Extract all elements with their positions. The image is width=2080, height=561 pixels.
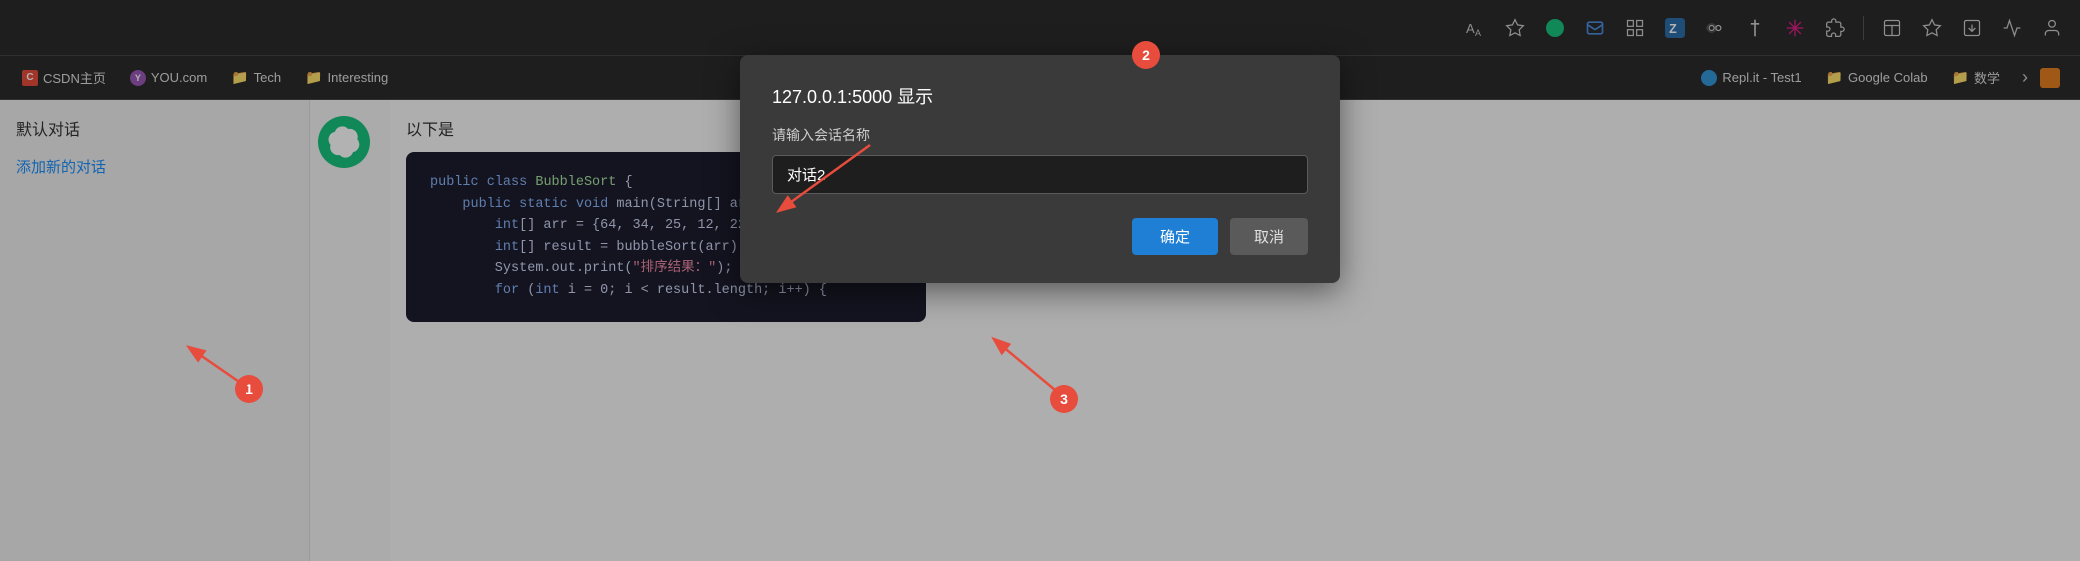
modal-title: 127.0.0.1:5000 显示 [772, 83, 1308, 109]
confirm-button[interactable]: 确定 [1132, 218, 1218, 255]
modal-buttons: 确定 取消 [772, 218, 1308, 255]
modal-input-label: 请输入会话名称 [772, 125, 1308, 145]
page-wrapper: A A [0, 0, 2080, 561]
annotation-badge-2: 2 [1132, 41, 1160, 69]
modal-dialog: 127.0.0.1:5000 显示 请输入会话名称 确定 取消 2 [740, 55, 1340, 283]
session-name-input[interactable] [772, 155, 1308, 194]
modal-overlay: 127.0.0.1:5000 显示 请输入会话名称 确定 取消 2 [0, 0, 2080, 561]
cancel-button[interactable]: 取消 [1230, 218, 1308, 255]
